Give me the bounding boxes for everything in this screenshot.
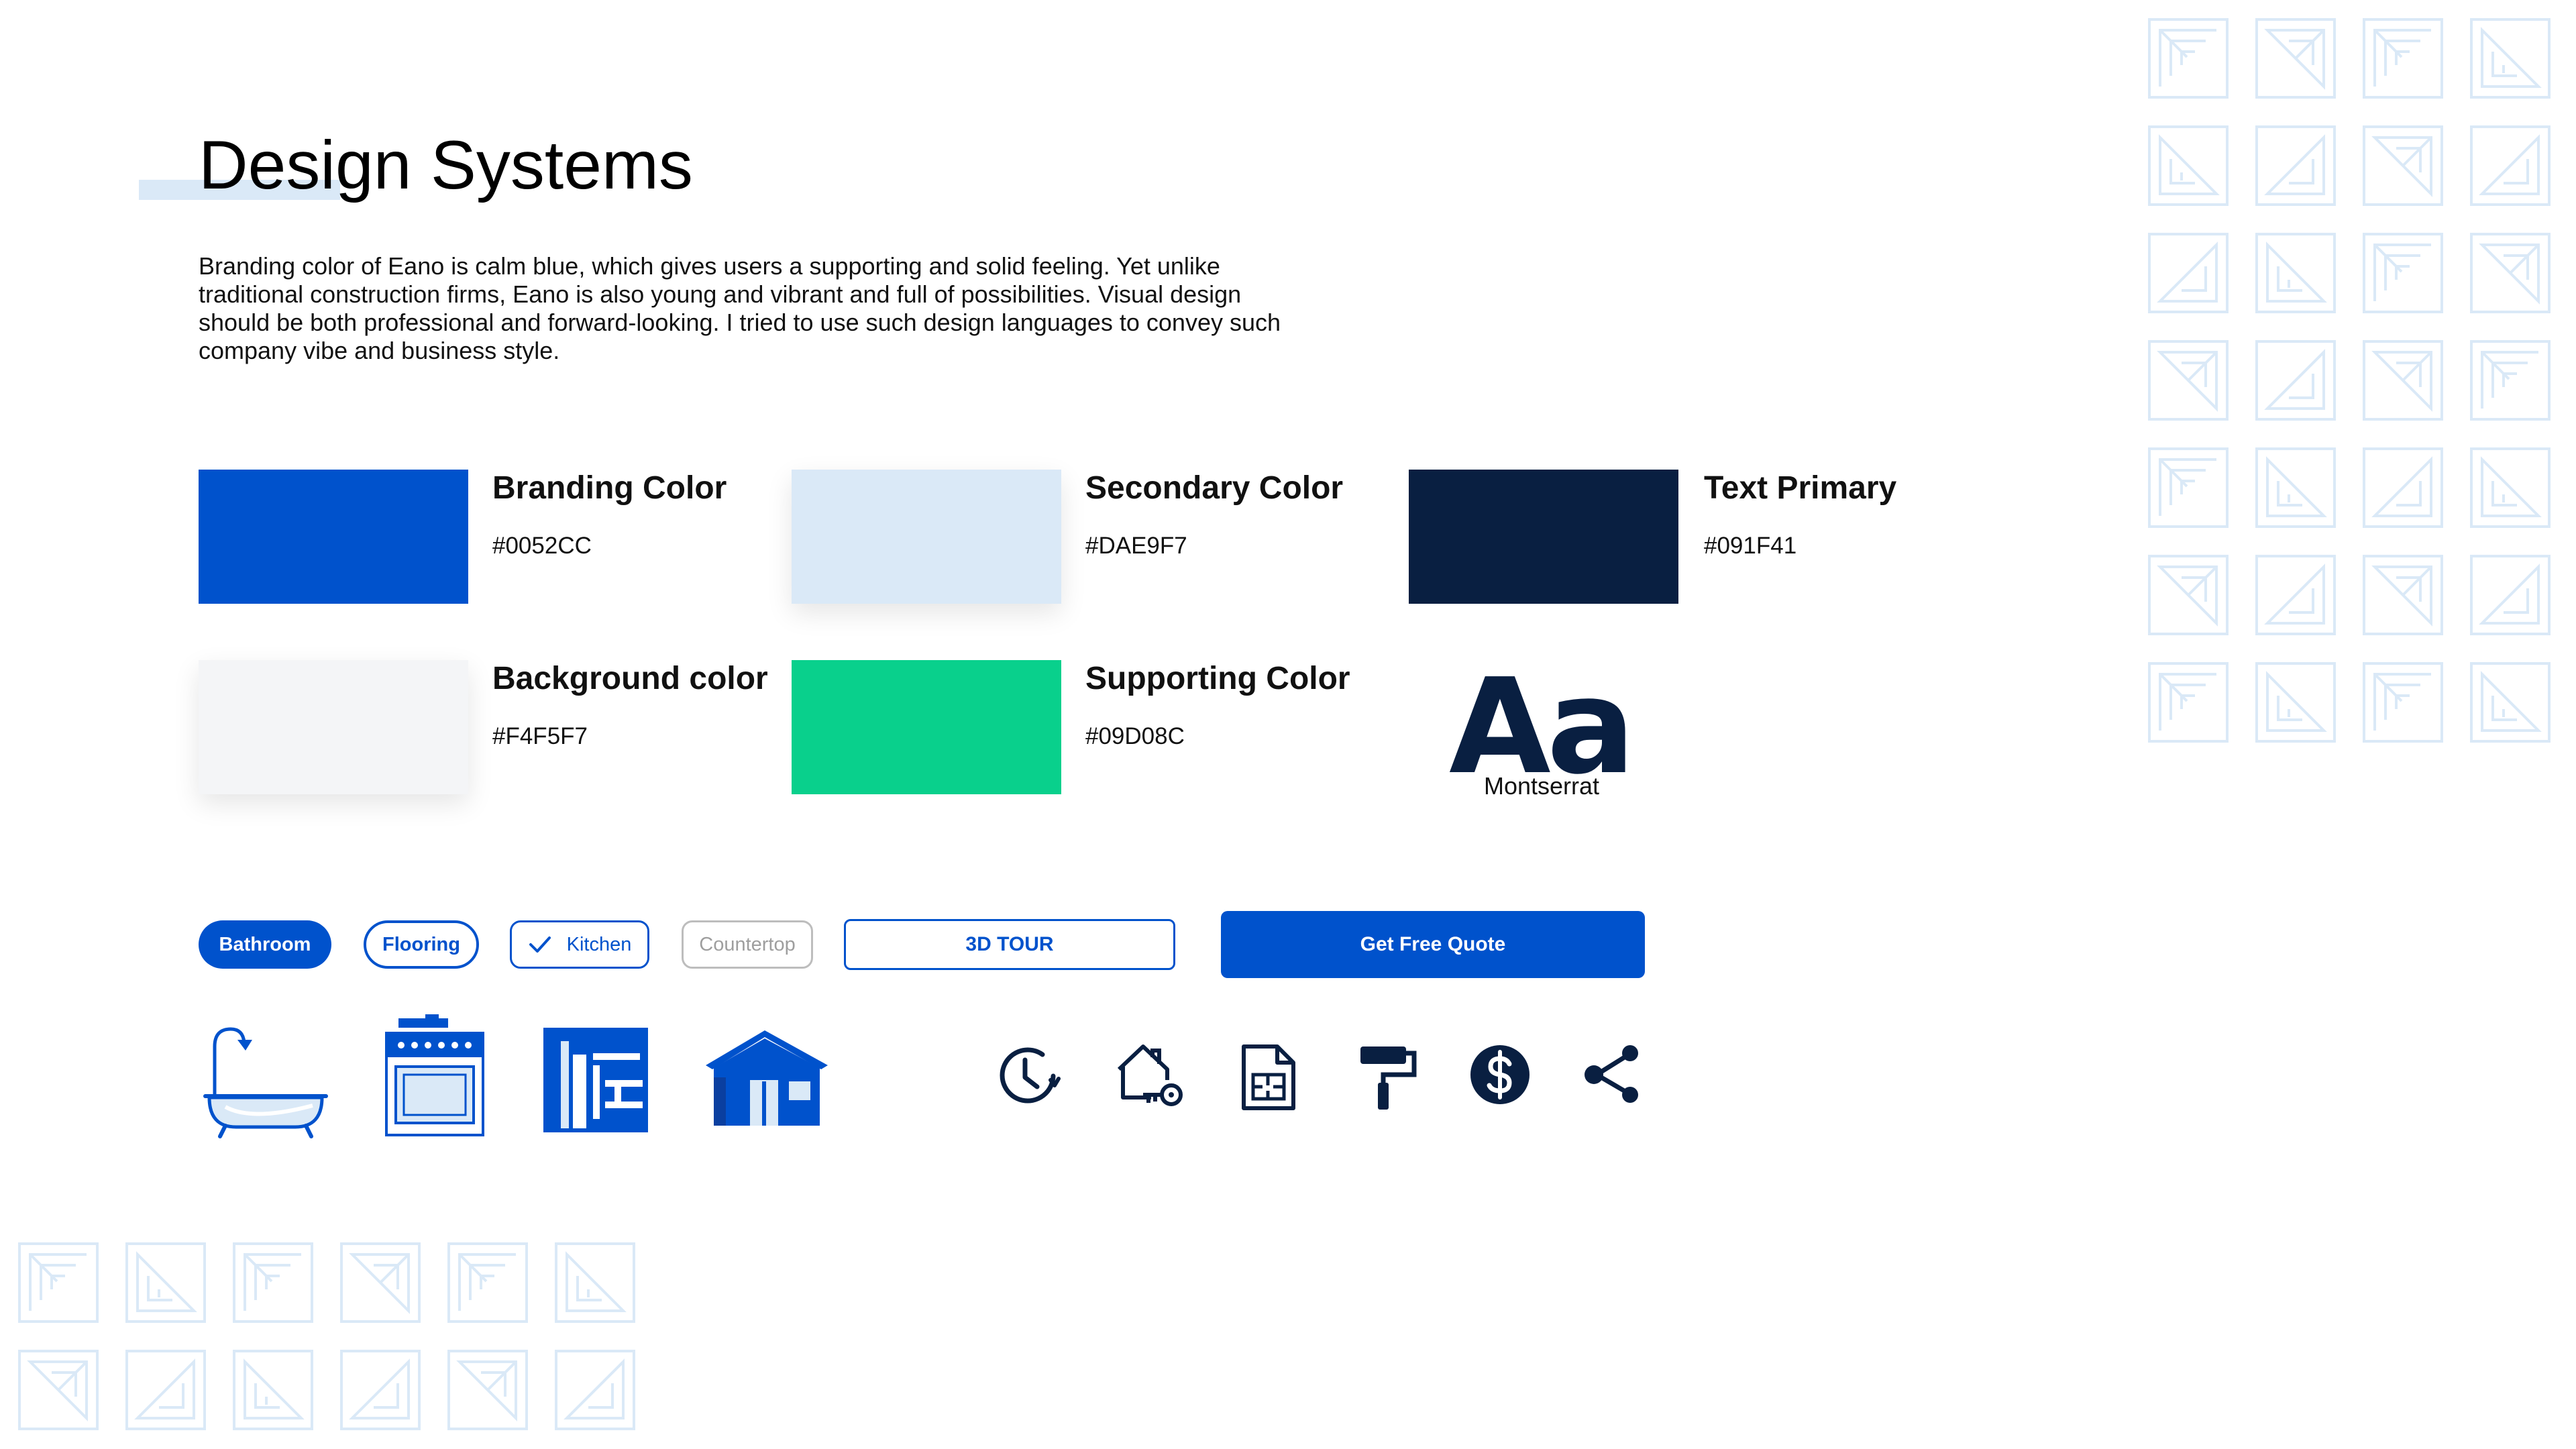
clock-icon bbox=[1000, 1047, 1061, 1104]
stove-icon bbox=[385, 1014, 484, 1136]
house-icon bbox=[706, 1030, 828, 1126]
bathtub-icon bbox=[203, 1027, 328, 1138]
swatch-text-primary bbox=[1409, 470, 1678, 604]
font-name: Montserrat bbox=[1484, 772, 1600, 800]
swatch-branding-color-name: Branding Color bbox=[492, 470, 727, 506]
share-icon bbox=[1585, 1045, 1638, 1103]
swatch-secondary-color bbox=[792, 470, 1061, 604]
swatch-supporting-color-name: Supporting Color bbox=[1085, 661, 1350, 696]
dollar-icon bbox=[1470, 1045, 1529, 1104]
chip-countertop[interactable]: Countertop bbox=[682, 920, 813, 969]
swatch-background-color bbox=[199, 660, 468, 794]
house-key-icon bbox=[1117, 1044, 1183, 1106]
swatch-supporting-color bbox=[792, 660, 1061, 794]
page-title: Design Systems bbox=[199, 127, 693, 203]
swatch-text-primary-hex: #091F41 bbox=[1704, 533, 1797, 559]
check-icon bbox=[529, 936, 551, 953]
swatch-secondary-color-name: Secondary Color bbox=[1085, 470, 1344, 506]
chip-flooring[interactable]: Flooring bbox=[364, 920, 479, 969]
intro-paragraph: Branding color of Eano is calm blue, whi… bbox=[199, 252, 1281, 364]
get-free-quote-button[interactable]: Get Free Quote bbox=[1221, 911, 1645, 978]
paint-roller-icon bbox=[1360, 1046, 1417, 1110]
swatch-branding-color-hex: #0052CC bbox=[492, 533, 592, 559]
swatch-secondary-color-hex: #DAE9F7 bbox=[1085, 533, 1187, 559]
decorative-pattern-bottom-left bbox=[18, 1242, 635, 1430]
swatch-background-color-name: Background color bbox=[492, 661, 768, 696]
floorplan-document-icon bbox=[1242, 1044, 1295, 1110]
3d-tour-button[interactable]: 3D TOUR bbox=[844, 919, 1175, 970]
swatch-branding-color bbox=[199, 470, 468, 604]
flooring-icon bbox=[543, 1028, 648, 1132]
swatch-supporting-color-hex: #09D08C bbox=[1085, 723, 1185, 749]
chip-kitchen-label: Kitchen bbox=[566, 933, 632, 955]
swatch-background-color-hex: #F4F5F7 bbox=[492, 723, 588, 749]
chip-bathroom[interactable]: Bathroom bbox=[199, 920, 331, 969]
swatch-text-primary-name: Text Primary bbox=[1704, 470, 1897, 506]
decorative-pattern-top-right bbox=[2148, 18, 2551, 743]
chip-kitchen[interactable]: Kitchen bbox=[510, 920, 649, 969]
